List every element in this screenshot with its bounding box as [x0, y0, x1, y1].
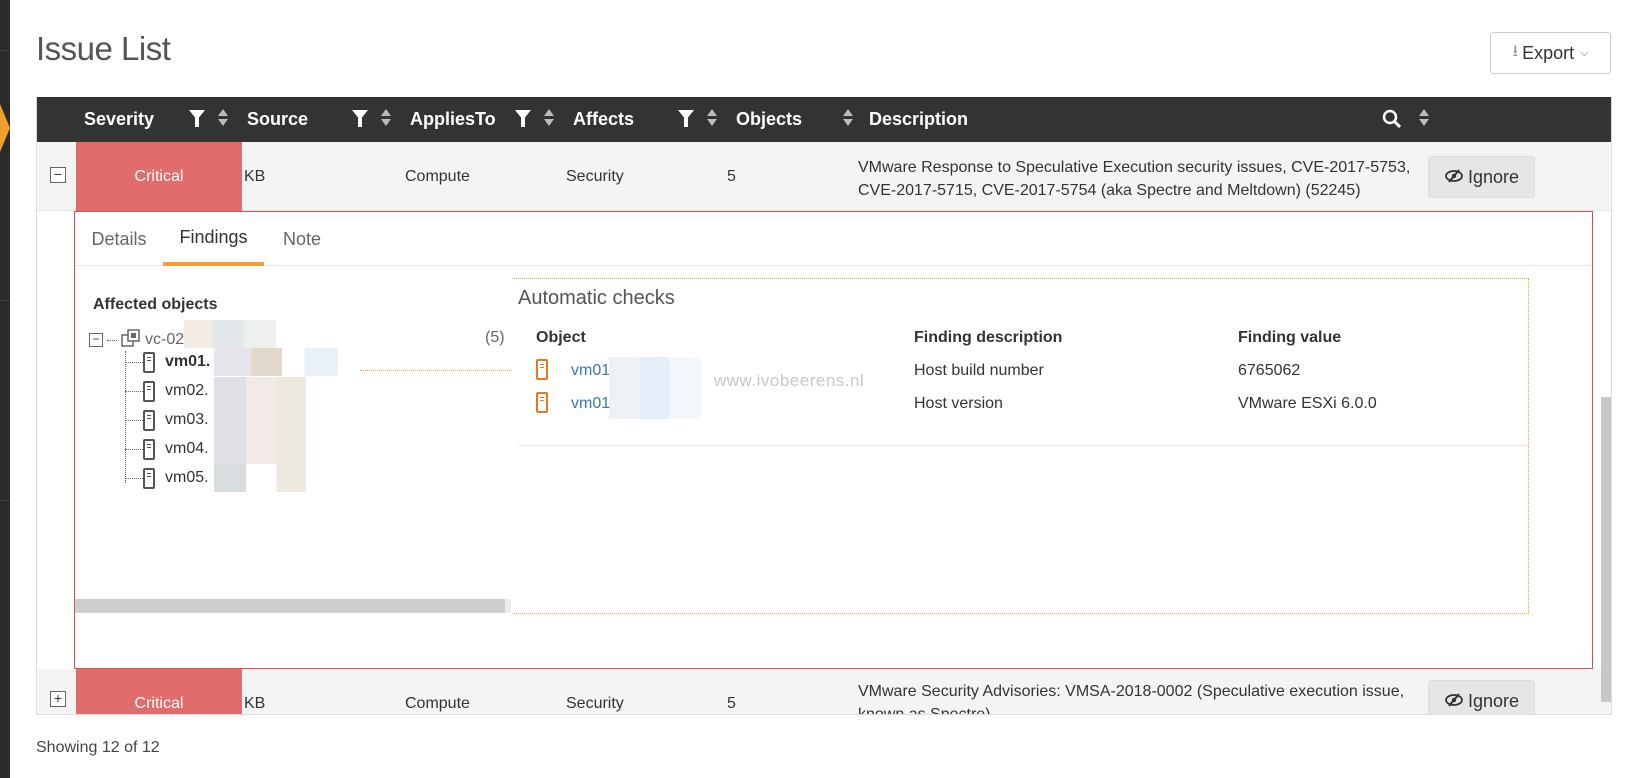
- sort-icon[interactable]: [381, 107, 391, 129]
- issue-detail-panel: Details Findings Note Affected objects −…: [74, 211, 1593, 669]
- ignore-button[interactable]: Ignore: [1428, 156, 1535, 198]
- column-header-appliesto[interactable]: AppliesTo: [410, 97, 496, 142]
- appliesto-cell: Compute: [405, 694, 470, 712]
- redacted-text: [609, 357, 701, 419]
- finding-value: 6765062: [1238, 362, 1301, 379]
- objects-cell: 5: [727, 167, 736, 185]
- automatic-checks-panel: Automatic checks Object Finding descript…: [512, 278, 1529, 614]
- ignore-label: Ignore: [1467, 690, 1520, 711]
- sort-icon[interactable]: [218, 107, 228, 129]
- column-header-object: Object: [536, 329, 586, 346]
- object-link[interactable]: vm01: [571, 362, 610, 380]
- source-cell: KB: [244, 694, 266, 712]
- sort-icon[interactable]: [843, 107, 853, 129]
- column-header-description[interactable]: Description: [869, 97, 968, 142]
- sort-icon[interactable]: [707, 107, 717, 129]
- tree-connector-line: [360, 370, 512, 371]
- source-cell: KB: [244, 167, 266, 185]
- tree-node-vm04[interactable]: vm04.: [125, 435, 209, 463]
- description-cell: VMware Security Advisories: VMSA-2018-00…: [858, 683, 1405, 715]
- export-label: Export: [1522, 42, 1575, 63]
- host-icon: [536, 392, 558, 418]
- tree-node-label: vm04.: [165, 440, 209, 457]
- issue-table: Severity Source AppliesTo Affects Object…: [36, 97, 1612, 715]
- sort-icon[interactable]: [544, 107, 554, 129]
- tab-note[interactable]: Note: [264, 212, 340, 266]
- host-icon: [143, 409, 155, 431]
- scrollbar-track: [505, 599, 511, 613]
- vertical-scrollbar[interactable]: [1601, 397, 1611, 702]
- tree-node-label: vm05.: [165, 469, 209, 486]
- tree-node-vm02[interactable]: vm02.: [125, 377, 209, 405]
- affects-cell: Security: [566, 694, 624, 712]
- chevron-down-icon: ⌵: [1580, 46, 1589, 59]
- sort-icon[interactable]: [1419, 107, 1429, 129]
- affected-objects-title: Affected objects: [93, 296, 218, 313]
- tree-node-label: vm03.: [165, 411, 209, 428]
- column-header-source[interactable]: Source: [247, 97, 308, 142]
- table-row[interactable]: + Critical KB Compute Security 5 VMware …: [37, 669, 1611, 715]
- page-title: Issue List: [36, 30, 171, 67]
- host-icon: [536, 359, 558, 385]
- detail-tabs: Details Findings Note: [75, 212, 1592, 266]
- table-header: Severity Source AppliesTo Affects Object…: [37, 97, 1611, 142]
- tree-node-label: vm02.: [165, 382, 209, 399]
- filter-icon[interactable]: [515, 110, 531, 127]
- result-count: Showing 12 of 12: [36, 739, 160, 756]
- tree-root-label: vc-02.: [145, 331, 189, 348]
- tree-node-vm03[interactable]: vm03.: [125, 406, 209, 434]
- objects-cell: 5: [727, 694, 736, 712]
- finding-value: VMware ESXi 6.0.0: [1238, 395, 1377, 412]
- column-header-finding-value: Finding value: [1238, 329, 1342, 346]
- host-icon: [143, 351, 155, 373]
- download-icon: ⭳: [1512, 42, 1519, 60]
- left-sidebar-strip: [0, 0, 10, 778]
- ignore-button[interactable]: Ignore: [1428, 680, 1535, 714]
- divider: [518, 445, 1527, 446]
- tree-node-vm05[interactable]: vm05.: [125, 464, 209, 492]
- column-header-affects[interactable]: Affects: [573, 97, 634, 142]
- tree-node-vm01[interactable]: vm01.: [125, 348, 210, 376]
- ignore-label: Ignore: [1467, 166, 1520, 187]
- tab-details[interactable]: Details: [75, 212, 163, 266]
- watermark: www.ivobeerens.nl: [714, 371, 865, 390]
- column-header-severity[interactable]: Severity: [84, 97, 154, 142]
- column-header-finding-description: Finding description: [914, 329, 1063, 346]
- collapse-arrow-icon[interactable]: [0, 104, 10, 152]
- redacted-text: [214, 348, 338, 376]
- filter-icon[interactable]: [189, 110, 205, 127]
- finding-description: Host version: [914, 395, 1003, 412]
- affects-cell: Security: [566, 167, 624, 185]
- expand-row-button[interactable]: +: [50, 691, 66, 707]
- finding-description: Host build number: [914, 362, 1044, 379]
- severity-badge: Critical: [76, 669, 242, 714]
- tree-node-label: vm01.: [165, 353, 211, 370]
- severity-badge: Critical: [76, 142, 242, 211]
- host-icon: [143, 438, 155, 460]
- horizontal-scrollbar[interactable]: [75, 599, 505, 613]
- tab-findings[interactable]: Findings: [163, 212, 264, 266]
- host-icon: [143, 467, 155, 489]
- description-cell: VMware Response to Speculative Execution…: [858, 159, 1411, 199]
- affected-objects-panel: Affected objects − vc-02. (5) vm01. vm02…: [75, 266, 529, 618]
- table-row[interactable]: − Critical KB Compute Security 5 VMware …: [37, 142, 1611, 211]
- collapse-row-button[interactable]: −: [50, 167, 66, 183]
- tree-collapse-icon[interactable]: −: [89, 333, 103, 347]
- tree-root-count: (5): [485, 329, 505, 346]
- object-link[interactable]: vm01: [571, 395, 610, 413]
- host-icon: [143, 380, 155, 402]
- filter-icon[interactable]: [352, 110, 368, 127]
- search-icon[interactable]: [1382, 109, 1402, 134]
- eye-slash-icon: [1444, 691, 1464, 712]
- appliesto-cell: Compute: [405, 167, 470, 185]
- column-header-objects[interactable]: Objects: [736, 97, 802, 142]
- export-button[interactable]: ⭳ Export ⌵: [1490, 32, 1611, 74]
- automatic-checks-title: Automatic checks: [518, 287, 675, 309]
- filter-icon[interactable]: [678, 110, 694, 127]
- redacted-text: [214, 464, 306, 492]
- redacted-text: [214, 377, 306, 464]
- eye-slash-icon: [1444, 167, 1464, 188]
- redacted-text: [184, 320, 276, 348]
